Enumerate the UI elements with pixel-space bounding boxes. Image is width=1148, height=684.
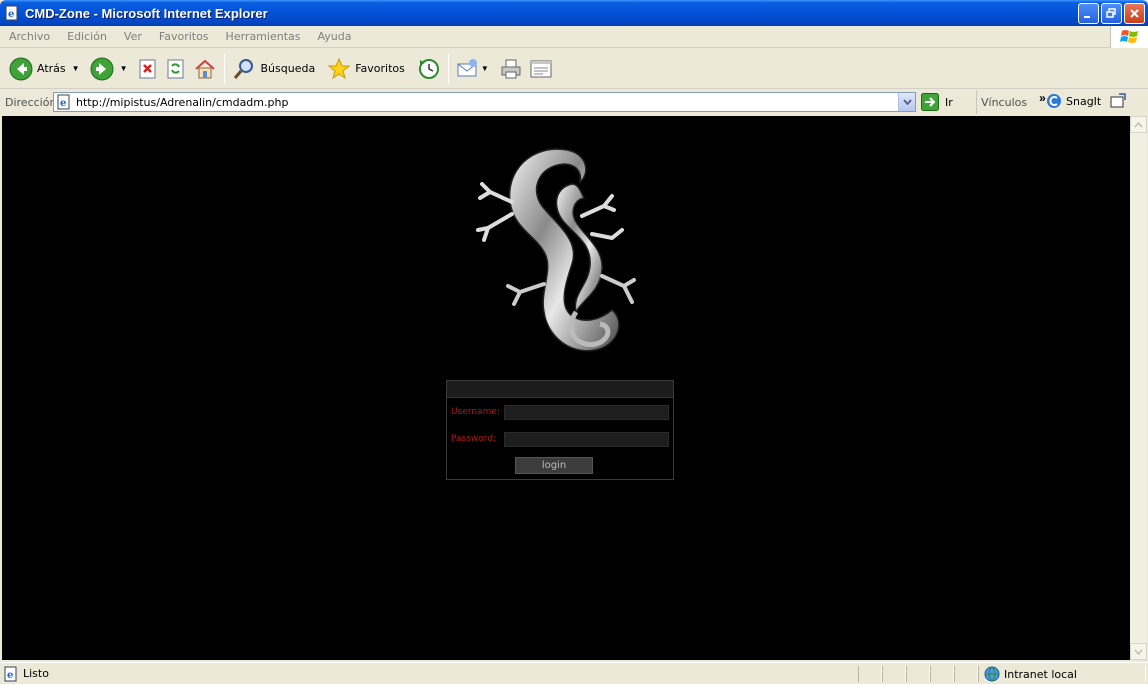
status-pane <box>930 666 954 682</box>
login-button[interactable]: login <box>515 457 593 474</box>
ie-page-icon: e <box>4 666 17 681</box>
chevron-up-icon <box>1134 121 1143 127</box>
chevron-down-icon <box>902 99 912 105</box>
toolbar-separator <box>447 53 449 84</box>
search-label: Búsqueda <box>260 62 316 75</box>
favorites-star-icon <box>327 57 351 79</box>
go-arrow-icon <box>921 93 939 111</box>
menu-ayuda[interactable]: Ayuda <box>308 30 359 43</box>
stop-button[interactable] <box>134 53 162 85</box>
menu-edicion[interactable]: Edición <box>58 30 115 43</box>
status-pane <box>882 666 906 682</box>
address-url[interactable]: http://mipistus/Adrenalin/cmdadm.php <box>76 96 288 109</box>
ie-page-icon: e <box>57 94 70 110</box>
refresh-button[interactable] <box>162 53 190 85</box>
home-icon <box>195 59 216 78</box>
status-text: Listo <box>23 667 49 680</box>
page-viewport: Username: Password: login <box>2 116 1130 660</box>
snagit-icon <box>1047 94 1061 108</box>
search-button[interactable]: Búsqueda <box>229 53 318 85</box>
minimize-icon <box>1084 16 1090 18</box>
back-arrow-icon <box>9 57 33 80</box>
restore-icon <box>1106 8 1116 18</box>
standard-toolbar: Atrás ▼ ▼ Búsqueda Favoritos ▼ <box>0 49 1148 89</box>
back-label: Atrás <box>37 62 66 75</box>
status-bar: e Listo Intranet local <box>0 662 1148 684</box>
svg-text:e: e <box>60 98 66 109</box>
scroll-down-button[interactable] <box>1130 643 1147 660</box>
close-button[interactable] <box>1124 3 1145 24</box>
address-dropdown-button[interactable] <box>898 93 915 111</box>
mail-button[interactable]: ▼ <box>453 53 496 85</box>
lizard-logo-icon <box>476 148 636 352</box>
print-button[interactable] <box>496 53 526 85</box>
status-pane <box>906 666 930 682</box>
status-pane <box>954 666 978 682</box>
snagit-button[interactable]: SnagIt <box>1046 93 1101 109</box>
go-button[interactable]: Ir <box>921 93 953 111</box>
back-dropdown-icon[interactable]: ▼ <box>72 64 80 73</box>
forward-arrow-icon <box>90 57 114 80</box>
status-pane <box>858 666 882 682</box>
chevron-right-icon[interactable]: » <box>1039 91 1046 105</box>
history-icon <box>418 58 439 79</box>
favorites-button[interactable]: Favoritos <box>324 53 408 85</box>
snagit-label: SnagIt <box>1066 94 1102 108</box>
mail-icon <box>457 58 477 76</box>
printer-icon <box>501 59 521 78</box>
svg-text:e: e <box>7 670 13 681</box>
zone-label: Intranet local <box>1004 667 1077 681</box>
close-icon <box>1130 9 1139 18</box>
chevron-down-icon <box>1134 649 1143 655</box>
forward-button[interactable]: ▼ <box>87 53 135 85</box>
username-label: Username: <box>451 407 500 417</box>
edit-button[interactable] <box>526 53 556 85</box>
login-form: Username: Password: login <box>446 380 674 480</box>
refresh-icon <box>167 59 184 78</box>
scroll-up-button[interactable] <box>1130 116 1147 133</box>
restore-button[interactable] <box>1101 3 1122 24</box>
snagit-capture-button[interactable] <box>1110 93 1126 112</box>
edit-page-icon <box>530 60 552 77</box>
title-bar: e CMD-Zone - Microsoft Internet Explorer <box>0 0 1148 26</box>
username-field[interactable] <box>504 404 669 420</box>
capture-icon <box>1110 93 1126 108</box>
menu-favoritos[interactable]: Favoritos <box>150 30 217 43</box>
links-label: Vínculos <box>981 95 1028 109</box>
login-form-header <box>447 381 673 398</box>
intranet-globe-icon <box>984 666 1000 682</box>
menu-ver[interactable]: Ver <box>115 30 150 43</box>
back-button[interactable]: Atrás ▼ <box>6 53 87 85</box>
menu-archivo[interactable]: Archivo <box>0 30 58 43</box>
history-button[interactable] <box>414 53 444 85</box>
address-bar: Dirección e http://mipistus/Adrenalin/cm… <box>0 90 1148 114</box>
minimize-button[interactable] <box>1078 3 1099 24</box>
svg-text:e: e <box>8 9 14 20</box>
security-zone: Intranet local <box>984 666 1077 682</box>
address-input[interactable]: e http://mipistus/Adrenalin/cmdadm.php <box>53 92 916 112</box>
menu-herramientas[interactable]: Herramientas <box>217 30 309 43</box>
home-button[interactable] <box>190 53 220 85</box>
password-label: Password: <box>451 434 497 444</box>
password-field[interactable] <box>504 431 669 447</box>
forward-dropdown-icon[interactable]: ▼ <box>120 64 128 73</box>
stop-icon <box>139 59 156 78</box>
search-icon <box>234 58 254 79</box>
links-toolbar[interactable]: Vínculos » <box>976 90 1046 114</box>
go-label: Ir <box>945 95 953 109</box>
menu-bar: Archivo Edición Ver Favoritos Herramient… <box>0 26 1148 48</box>
ie-page-icon: e <box>4 5 20 21</box>
window-title: CMD-Zone - Microsoft Internet Explorer <box>25 5 268 21</box>
toolbar-separator <box>224 53 226 84</box>
vertical-scrollbar[interactable] <box>1130 116 1147 660</box>
windows-flag-icon <box>1110 26 1148 48</box>
address-label: Dirección <box>5 95 57 109</box>
favorites-label: Favoritos <box>355 62 405 75</box>
mail-dropdown-icon[interactable]: ▼ <box>481 64 489 73</box>
